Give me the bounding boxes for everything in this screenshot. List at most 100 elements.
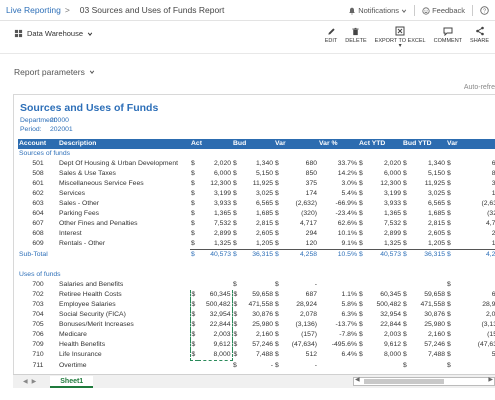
- table-row[interactable]: 706 Medicare $2,003 $2,160 $ (157) -7.8% $2,003…: [18, 330, 495, 340]
- account-cell: 710: [32, 351, 44, 359]
- act-ytd-cell: 500,482: [376, 301, 402, 308]
- table-row[interactable]: 609 Rentals - Other $1,325 $1,205 $120 9.1% $1…: [18, 239, 495, 250]
- table-row[interactable]: 608 Interest $2,899 $2,605 $294 10.1% $2,899 $2…: [18, 229, 495, 239]
- excel-icon: [395, 26, 405, 36]
- currency-symbol: $: [275, 170, 279, 177]
- currency-symbol: $: [447, 361, 451, 369]
- notifications-button[interactable]: Notifications: [348, 6, 407, 15]
- bud-ytd-cell: 6,565: [428, 200, 446, 207]
- breadcrumb-root[interactable]: Live Reporting: [0, 5, 61, 15]
- bud-ytd-cell: [410, 361, 446, 371]
- var-pct-cell: 10.1%: [337, 230, 358, 237]
- currency-symbol: $: [275, 281, 279, 288]
- sheet-tabs-bar: ◀ ▶ Sheet1 ◀ ▶: [13, 374, 495, 388]
- currency-symbol: $: [191, 190, 195, 197]
- currency-symbol: $: [275, 190, 279, 197]
- spacer-cell: [18, 260, 495, 270]
- table-row[interactable]: 603 Sales - Other $3,933 $6,565 $ (2,632) -66.…: [18, 199, 495, 209]
- table-row[interactable]: 709 Health Benefits $9,612 $57,246 $ (47,634)…: [18, 340, 495, 350]
- export-excel-button[interactable]: EXPORT TO EXCEL ▾: [371, 24, 430, 49]
- table-row[interactable]: 607 Other Fines and Penalties $7,532 $2,815…: [18, 219, 495, 229]
- currency-symbol: $: [275, 160, 279, 167]
- table-row[interactable]: 501 Dept Of Housing & Urban Development $2…: [18, 159, 495, 169]
- currency-symbol: $: [359, 291, 363, 298]
- edit-button[interactable]: EDIT: [321, 24, 342, 49]
- bud-cell: [240, 280, 274, 290]
- table-row[interactable]: 704 Social Security (FICA) $32,954 $30,876 $…: [18, 310, 495, 320]
- var-pct-cell: 9.1%: [341, 240, 358, 247]
- subtotal-var-pct: 10.5%: [318, 249, 359, 260]
- var-ytd-cell: 375: [454, 179, 495, 189]
- currency-symbol: $: [275, 331, 279, 338]
- account-cell: 501: [32, 160, 44, 167]
- account-cell: 609: [32, 240, 44, 248]
- share-button[interactable]: SHARE: [466, 24, 493, 49]
- var-pct-cell: 1.1%: [341, 291, 358, 298]
- chevron-down-icon: [401, 9, 407, 13]
- description-cell: Sales - Other: [59, 200, 100, 207]
- account-cell: 702: [32, 291, 44, 298]
- currency-symbol: $: [191, 210, 195, 217]
- scroll-left-icon[interactable]: ◀: [355, 376, 360, 383]
- next-sheet-icon[interactable]: ▶: [32, 378, 37, 385]
- bud-ytd-cell: 1,685: [428, 210, 446, 217]
- feedback-button[interactable]: Feedback: [422, 6, 465, 15]
- currency-symbol: $: [403, 230, 407, 237]
- prev-sheet-icon[interactable]: ◀: [23, 378, 28, 385]
- bud-cell: 59,658: [252, 291, 274, 298]
- currency-symbol: $: [447, 200, 451, 207]
- bud-cell: 2,605: [256, 230, 274, 237]
- header-row: Account Description Act Bud Var Var % Ac…: [18, 139, 495, 149]
- currency-symbol: $: [447, 210, 451, 217]
- help-icon[interactable]: ?: [480, 6, 489, 15]
- pencil-icon: [327, 27, 335, 35]
- table-row[interactable]: 705 Bonuses/Merit Increases $22,844 $25,980…: [18, 320, 495, 330]
- table-row[interactable]: 703 Employee Salaries $500,482 $471,558 $28,…: [18, 300, 495, 310]
- currency-symbol: $: [233, 180, 237, 187]
- scrollbar-thumb[interactable]: [364, 379, 444, 384]
- table-row[interactable]: 710 Life Insurance $8,000 $7,488 $512 6.4% $8,…: [18, 350, 495, 361]
- currency-symbol: $: [275, 180, 279, 187]
- bud-ytd-cell: 2,815: [428, 220, 446, 227]
- currency-symbol: $: [359, 321, 363, 328]
- table-row[interactable]: 702 Retiree Health Costs $60,345 $59,658 $68…: [18, 290, 495, 300]
- act-cell: 2,003: [198, 330, 233, 340]
- datasource-selector[interactable]: Data Warehouse: [14, 29, 93, 38]
- var-ytd-cell: (157): [487, 331, 495, 338]
- account-cell: 604: [32, 210, 44, 217]
- act-ytd-cell: 7,532: [384, 220, 402, 227]
- act-ytd-cell: 3,933: [384, 200, 402, 207]
- report-parameters-toggle[interactable]: Report parameters: [14, 67, 95, 77]
- delete-label: DELETE: [345, 38, 367, 44]
- currency-symbol: $: [403, 200, 407, 207]
- delete-button[interactable]: DELETE: [341, 24, 370, 49]
- currency-symbol: $: [191, 230, 195, 237]
- currency-symbol: $: [189, 320, 198, 330]
- scroll-right-icon[interactable]: ▶: [488, 376, 493, 383]
- table-row[interactable]: 700 Salaries and Benefits $ $ - $: [18, 280, 495, 290]
- bud-cell: 1,685: [256, 210, 274, 217]
- description-cell: Sales & Use Taxes: [59, 170, 116, 177]
- currency-symbol: $: [446, 249, 455, 260]
- currency-symbol: $: [403, 170, 407, 177]
- report-title: Sources and Uses of Funds: [20, 102, 159, 114]
- edit-label: EDIT: [324, 38, 338, 44]
- auto-refresh-label[interactable]: Auto-refre: [464, 84, 495, 91]
- currency-symbol: $: [190, 249, 198, 260]
- horizontal-scrollbar[interactable]: ◀ ▶: [353, 377, 495, 386]
- chevron-down-icon: [87, 32, 93, 36]
- bud-ytd-cell: 2,160: [428, 331, 446, 338]
- bud-ytd-cell: 7,488: [428, 351, 446, 359]
- sheet-tab[interactable]: Sheet1: [50, 375, 94, 388]
- table-row[interactable]: 601 Miscellaneous Service Fees $12,300 $11,…: [18, 179, 495, 189]
- bud-ytd-cell: 5,150: [428, 170, 446, 177]
- table-row[interactable]: 508 Sales & Use Taxes $6,000 $5,150 $850 14.2…: [18, 169, 495, 179]
- table-row[interactable]: 711 Overtime $ - $ - $ $: [18, 361, 495, 371]
- act-ytd-cell: 32,954: [380, 311, 402, 318]
- table-row[interactable]: 604 Parking Fees $1,365 $1,685 $ (320) -23.4% $…: [18, 209, 495, 219]
- account-cell: 703: [32, 301, 44, 308]
- table-row[interactable]: 602 Services $3,199 $3,025 $174 5.4% $3,199 $3,…: [18, 189, 495, 199]
- var-cell: 850: [305, 170, 318, 177]
- var-pct-cell: -23.4%: [335, 210, 358, 217]
- comment-button[interactable]: COMMENT: [430, 24, 466, 49]
